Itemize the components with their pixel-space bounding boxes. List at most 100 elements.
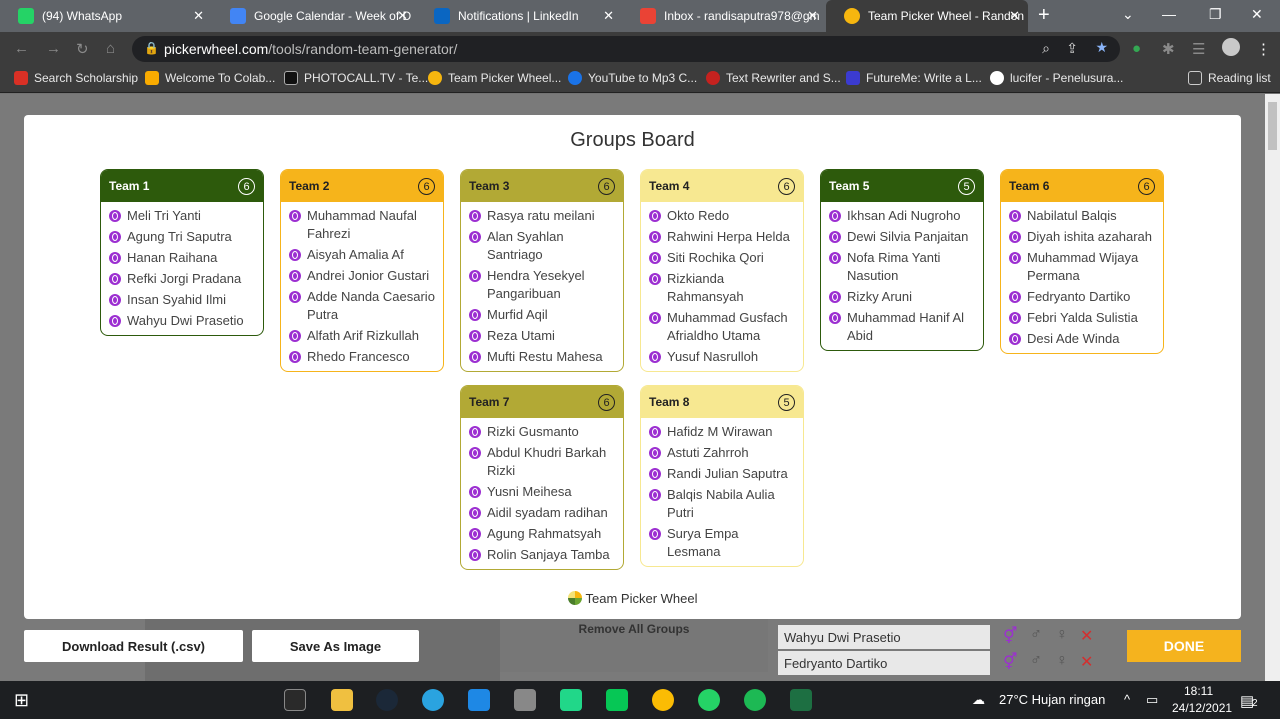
bookmark-item[interactable]: FutureMe: Write a L...	[846, 71, 982, 85]
close-icon[interactable]: ✕	[1009, 8, 1020, 24]
tab-gmail[interactable]: Inbox - randisaputra978@gm ✕	[622, 0, 826, 32]
member-name: Febri Yalda Sulistia	[1027, 310, 1138, 325]
clock-time[interactable]: 18:11	[1184, 684, 1213, 698]
gender-icon	[469, 309, 481, 321]
tab-linkedin[interactable]: Notifications | LinkedIn ✕	[416, 0, 622, 32]
share-icon[interactable]: ⇪	[1066, 40, 1078, 57]
member-name: Fedryanto Dartiko	[1027, 289, 1131, 304]
team-member: Rasya ratu meilani	[461, 205, 623, 226]
chrome-icon[interactable]	[652, 689, 674, 711]
chevron-up-icon[interactable]: ^	[1124, 692, 1130, 707]
reading-list[interactable]: Reading list	[1188, 71, 1271, 85]
gender-icon	[469, 330, 481, 342]
groups-board-modal: Groups Board Team 1 6 Meli Tri Yanti Agung …	[24, 115, 1241, 619]
team-member: Rhedo Francesco	[281, 346, 443, 367]
male-icon[interactable]: ♂	[1030, 652, 1042, 670]
reading-list-icon	[1188, 71, 1202, 85]
extensions-icon[interactable]: ☰	[1192, 40, 1205, 58]
maximize-icon[interactable]: ❐	[1209, 6, 1222, 23]
gender-icon[interactable]: ⚥	[1003, 626, 1017, 646]
bookmark-item[interactable]: lucifer - Penelusura...	[990, 71, 1123, 85]
delete-icon[interactable]: ✕	[1080, 626, 1093, 646]
spotify-icon[interactable]	[744, 689, 766, 711]
back-icon[interactable]: ←	[14, 40, 29, 57]
delete-icon[interactable]: ✕	[1080, 652, 1093, 672]
done-button[interactable]: DONE	[1127, 630, 1241, 662]
futureme-icon	[846, 71, 860, 85]
bookmark-item[interactable]: PHOTOCALL.TV - Te...	[284, 71, 428, 85]
remove-all-groups[interactable]: Remove All Groups	[500, 612, 768, 672]
windows-start-icon[interactable]: ⊞	[14, 690, 29, 711]
avatar[interactable]	[1222, 38, 1240, 56]
extension-icon[interactable]: ✱	[1162, 40, 1175, 58]
female-icon[interactable]: ♀	[1056, 626, 1068, 644]
bookmark-item[interactable]: Welcome To Colab...	[145, 71, 275, 85]
tv-icon	[284, 71, 298, 85]
member-name: Rasya ratu meilani	[487, 208, 595, 223]
telegram-icon[interactable]	[422, 689, 444, 711]
new-tab-icon[interactable]: +	[1038, 4, 1050, 27]
tab-whatsapp[interactable]: (94) WhatsApp ✕	[0, 0, 212, 32]
bookmark-item[interactable]: Text Rewriter and S...	[706, 71, 841, 85]
tab-team-picker[interactable]: Team Picker Wheel - Randon ✕	[826, 0, 1028, 32]
member-name: Wahyu Dwi Prasetio	[127, 313, 244, 328]
gender-icon	[649, 489, 661, 501]
minimize-icon[interactable]: —	[1162, 6, 1176, 22]
whatsapp-icon[interactable]	[698, 689, 720, 711]
home-icon[interactable]: ⌂	[106, 40, 115, 57]
bookmark-item[interactable]: Search Scholarship	[14, 71, 138, 85]
clock-date[interactable]: 24/12/2021	[1172, 701, 1232, 715]
gender-icon	[109, 231, 121, 243]
member-name: Surya Empa Lesmana	[667, 526, 739, 559]
tab-calendar[interactable]: Google Calendar - Week of D ✕	[212, 0, 416, 32]
male-icon[interactable]: ♂	[1030, 626, 1042, 644]
gender-icon[interactable]: ⚥	[1003, 652, 1017, 672]
bookmark-item[interactable]: Team Picker Wheel...	[428, 71, 561, 85]
team-member: Agung Rahmatsyah	[461, 523, 623, 544]
bookmarks-bar: Search Scholarship Welcome To Colab... P…	[0, 65, 1280, 93]
gender-icon	[109, 252, 121, 264]
forward-icon[interactable]: →	[46, 40, 61, 57]
gender-icon	[649, 351, 661, 363]
excel-icon[interactable]	[790, 689, 812, 711]
team-member: Rizky Aruni	[821, 286, 983, 307]
tab-search-icon[interactable]: ⌄	[1122, 6, 1134, 23]
package-icon[interactable]	[514, 689, 536, 711]
download-csv-button[interactable]: Download Result (.csv)	[24, 630, 243, 662]
line-icon[interactable]	[606, 689, 628, 711]
pycharm-icon[interactable]	[560, 689, 582, 711]
team-header: Team 1 6	[101, 170, 263, 202]
team-card: Team 8 5 Hafidz M Wirawan Astuti Zahrroh Ran…	[640, 385, 804, 567]
steam-icon[interactable]	[376, 689, 398, 711]
bookmark-item[interactable]: YouTube to Mp3 C...	[568, 71, 697, 85]
picker-wheel-icon	[428, 71, 442, 85]
female-icon[interactable]: ♀	[1056, 652, 1068, 670]
bookmark-star-icon[interactable]: ★	[1095, 39, 1108, 56]
network-icon[interactable]: ▭	[1146, 692, 1158, 708]
close-icon[interactable]: ✕	[603, 8, 614, 24]
epic-games-icon[interactable]	[284, 689, 306, 711]
scrollbar[interactable]	[1265, 94, 1280, 681]
save-image-button[interactable]: Save As Image	[252, 630, 419, 662]
reload-icon[interactable]: ↻	[76, 40, 89, 58]
window-close-icon[interactable]: ✕	[1251, 6, 1263, 23]
zoom-icon[interactable]: ⌕	[1042, 40, 1050, 57]
vscode-icon[interactable]	[468, 689, 490, 711]
close-icon[interactable]: ✕	[807, 8, 818, 24]
team-header: Team 3 6	[461, 170, 623, 202]
team-member: Diyah ishita azaharah	[1001, 226, 1163, 247]
menu-icon[interactable]: ⋮	[1256, 40, 1271, 58]
team-member: Yusuf Nasrulloh	[641, 346, 803, 367]
file-explorer-icon[interactable]	[331, 689, 353, 711]
member-name: Adde Nanda Caesario Putra	[307, 289, 435, 322]
weather-text[interactable]: 27°C Hujan ringan	[999, 692, 1105, 707]
gender-icon	[649, 252, 661, 264]
team-member: Nofa Rima Yanti Nasution	[821, 247, 983, 286]
close-icon[interactable]: ✕	[193, 8, 204, 24]
grammarly-icon[interactable]: ●	[1132, 40, 1141, 57]
team-member: Wahyu Dwi Prasetio	[101, 310, 263, 331]
team-member: Hafidz M Wirawan	[641, 421, 803, 442]
close-icon[interactable]: ✕	[397, 8, 408, 24]
member-name: Hanan Raihana	[127, 250, 218, 265]
url-input[interactable]: 🔒 pickerwheel.com/tools/random-team-gene…	[132, 36, 1120, 62]
